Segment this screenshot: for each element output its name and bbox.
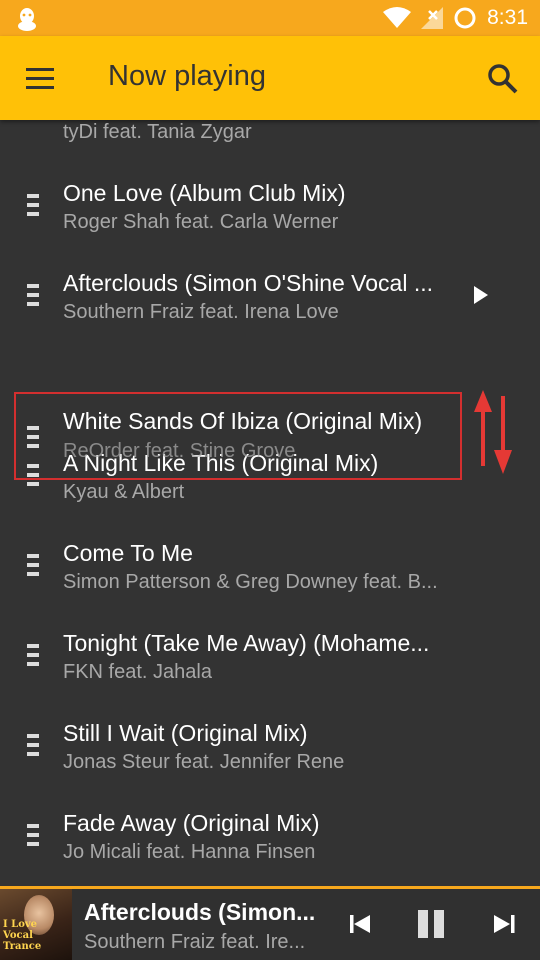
status-bar: 8:31 — [0, 0, 540, 36]
track-artist: ReOrder feat. Stine Grove — [63, 440, 296, 462]
track-artist: Jo Micali feat. Hanna Finsen — [63, 841, 316, 863]
wifi-icon — [383, 7, 412, 28]
track-artist: FKN feat. Jahala — [63, 661, 212, 683]
track-artist: tyDi feat. Tania Zygar — [63, 121, 252, 143]
drag-handle-icon[interactable] — [27, 644, 39, 666]
now-playing-icon — [474, 286, 488, 304]
battery-charging-icon — [454, 7, 476, 29]
status-time: 8:31 — [487, 6, 528, 29]
drag-handle-icon[interactable] — [27, 194, 39, 216]
queue-item[interactable]: Still I Wait (Original Mix) Jonas Steur … — [0, 720, 540, 810]
queue-item-playing[interactable]: Afterclouds (Simon O'Shine Vocal ... Sou… — [0, 270, 540, 360]
drag-handle-icon[interactable] — [27, 426, 39, 448]
dragged-queue-item[interactable]: White Sands Of Ibiza (Original Mix) ReOr… — [0, 392, 470, 480]
track-artist: Simon Patterson & Greg Downey feat. B... — [63, 571, 438, 593]
mini-player-title: Afterclouds (Simon... — [84, 899, 316, 925]
pause-icon[interactable] — [406, 889, 456, 960]
signal-off-icon — [421, 7, 444, 29]
queue-list[interactable]: tyDi feat. Tania Zygar One Love (Album C… — [0, 120, 540, 886]
track-title: Fade Away (Original Mix) — [63, 810, 320, 836]
app-bar: Now playing — [0, 36, 540, 120]
mini-player[interactable]: I Love Vocal Trance Afterclouds (Simon..… — [0, 886, 540, 960]
track-artist: Kyau & Albert — [63, 481, 185, 503]
next-icon[interactable] — [480, 889, 530, 960]
track-artist: Southern Fraiz feat. Irena Love — [63, 301, 339, 323]
mini-player-artist: Southern Fraiz feat. Ire... — [84, 931, 306, 953]
track-title: Come To Me — [63, 540, 193, 566]
notification-icon — [18, 8, 36, 31]
drag-handle-icon[interactable] — [27, 824, 39, 846]
track-title: Afterclouds (Simon O'Shine Vocal ... — [63, 270, 434, 296]
track-artist: Roger Shah feat. Carla Werner — [63, 211, 339, 233]
drag-handle-icon[interactable] — [27, 284, 39, 306]
album-art-text: I Love Vocal Trance — [3, 919, 42, 952]
track-title: Tonight (Take Me Away) (Mohame... — [63, 630, 430, 656]
queue-item[interactable]: One Love (Album Club Mix) Roger Shah fea… — [0, 180, 540, 270]
track-title: Still I Wait (Original Mix) — [63, 720, 308, 746]
search-icon[interactable] — [486, 62, 520, 96]
queue-item[interactable]: Fade Away (Original Mix) Jo Micali feat.… — [0, 810, 540, 886]
queue-item[interactable]: tyDi feat. Tania Zygar — [0, 120, 540, 180]
drag-handle-icon[interactable] — [27, 734, 39, 756]
reorder-arrows-icon — [474, 390, 512, 474]
queue-item[interactable]: Come To Me Simon Patterson & Greg Downey… — [0, 540, 540, 630]
track-title: One Love (Album Club Mix) — [63, 180, 346, 206]
page-title: Now playing — [108, 60, 266, 92]
previous-icon[interactable] — [336, 889, 386, 960]
drag-handle-icon[interactable] — [27, 554, 39, 576]
queue-item[interactable]: Tonight (Take Me Away) (Mohame... FKN fe… — [0, 630, 540, 720]
track-title: White Sands Of Ibiza (Original Mix) — [63, 408, 423, 434]
track-artist: Jonas Steur feat. Jennifer Rene — [63, 751, 345, 773]
album-art[interactable]: I Love Vocal Trance — [0, 889, 72, 960]
menu-icon[interactable] — [24, 62, 58, 94]
